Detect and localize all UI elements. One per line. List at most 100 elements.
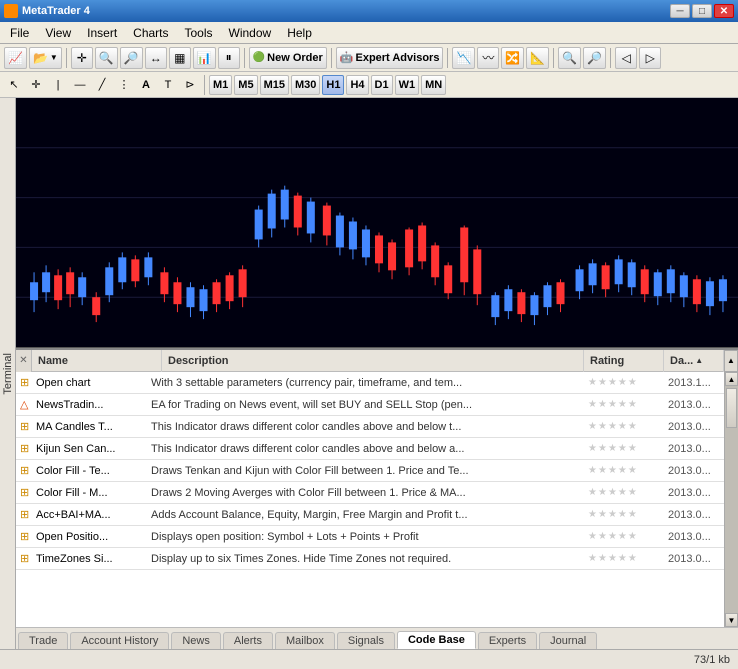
nav1-btn[interactable]: ◁ bbox=[615, 47, 637, 69]
app-icon bbox=[4, 4, 18, 18]
close-button[interactable]: ✕ bbox=[714, 4, 734, 18]
indicator2-btn[interactable]: 〰 bbox=[477, 47, 499, 69]
menu-charts[interactable]: Charts bbox=[125, 24, 176, 42]
tf-m1[interactable]: M1 bbox=[209, 75, 232, 95]
col-name: Name bbox=[32, 350, 162, 372]
row-date: 2013.0... bbox=[664, 531, 724, 543]
line-chart-btn[interactable]: 📊 bbox=[193, 47, 216, 69]
hline-tool[interactable]: — bbox=[70, 75, 90, 95]
tab-mailbox[interactable]: Mailbox bbox=[275, 632, 335, 649]
row-date: 2013.0... bbox=[664, 487, 724, 499]
scroll-up-btn[interactable]: ▲ bbox=[725, 372, 738, 386]
table-row[interactable]: ⊞ TimeZones Si... Display up to six Time… bbox=[16, 548, 724, 570]
nav2-btn[interactable]: ▷ bbox=[639, 47, 661, 69]
tab-account-history[interactable]: Account History bbox=[70, 632, 169, 649]
row-icon: ⊞ bbox=[16, 486, 32, 499]
tf-mn[interactable]: MN bbox=[421, 75, 446, 95]
minimize-button[interactable]: ─ bbox=[670, 4, 690, 18]
status-text: 73/1 kb bbox=[694, 654, 730, 666]
tab-code-base[interactable]: Code Base bbox=[397, 631, 476, 649]
content-area: Terminal bbox=[0, 98, 738, 649]
crosshair-tool[interactable]: ✛ bbox=[26, 75, 46, 95]
scroll-up[interactable]: ▲ bbox=[724, 350, 738, 372]
terminal-label: Terminal bbox=[2, 353, 14, 395]
draw-tool[interactable]: ╱ bbox=[92, 75, 112, 95]
chart-area[interactable] bbox=[16, 98, 738, 348]
tf-m30[interactable]: M30 bbox=[291, 75, 320, 95]
menu-bar: File View Insert Charts Tools Window Hel… bbox=[0, 22, 738, 44]
tab-signals[interactable]: Signals bbox=[337, 632, 395, 649]
collapse-btn[interactable]: ✕ bbox=[16, 350, 32, 372]
tf-h1[interactable]: H1 bbox=[322, 75, 344, 95]
row-desc: This Indicator draws different color can… bbox=[147, 421, 584, 433]
chart-view-btn[interactable]: ▦ bbox=[169, 47, 191, 69]
tf-h4[interactable]: H4 bbox=[346, 75, 368, 95]
tab-alerts[interactable]: Alerts bbox=[223, 632, 273, 649]
indicator1-btn[interactable]: 📉 bbox=[452, 47, 475, 69]
new-chart-btn[interactable]: 📈 bbox=[4, 47, 27, 69]
line-tool[interactable]: | bbox=[48, 75, 68, 95]
tab-experts[interactable]: Experts bbox=[478, 632, 537, 649]
table-header: ✕ Name Description Rating Da... ▲ ▲ bbox=[16, 350, 738, 372]
zoom-in-btn[interactable]: 🔍 bbox=[95, 47, 118, 69]
row-icon: ⊞ bbox=[16, 376, 32, 389]
bar-chart-btn[interactable]: ⏸ bbox=[218, 47, 240, 69]
tf-w1[interactable]: W1 bbox=[395, 75, 420, 95]
row-rating: ★★★★★ bbox=[584, 553, 664, 564]
text-tool[interactable]: A bbox=[136, 75, 156, 95]
tab-trade[interactable]: Trade bbox=[18, 632, 68, 649]
bottom-tabs: Trade Account History News Alerts Mailbo… bbox=[16, 627, 738, 649]
zoom-out2-btn[interactable]: 🔎 bbox=[583, 47, 606, 69]
menu-help[interactable]: Help bbox=[279, 24, 320, 42]
menu-window[interactable]: Window bbox=[221, 24, 280, 42]
zoom-in2-btn[interactable]: 🔍 bbox=[558, 47, 581, 69]
scroll-thumb[interactable] bbox=[726, 388, 737, 428]
row-rating: ★★★★★ bbox=[584, 531, 664, 542]
col-description: Description bbox=[162, 350, 584, 372]
table-row[interactable]: ⊞ Acc+BAI+MA... Adds Account Balance, Eq… bbox=[16, 504, 724, 526]
zoom-out-btn[interactable]: 🔎 bbox=[120, 47, 143, 69]
crosshair-btn[interactable]: ✛ bbox=[71, 47, 93, 69]
scroll-track bbox=[725, 386, 738, 613]
table-row[interactable]: ⊞ Color Fill - M... Draws 2 Moving Averg… bbox=[16, 482, 724, 504]
row-rating: ★★★★★ bbox=[584, 443, 664, 454]
table-body: ⊞ Open chart With 3 settable parameters … bbox=[16, 372, 738, 627]
expert-advisors-btn[interactable]: 🤖 Expert Advisors bbox=[336, 47, 444, 69]
tf-d1[interactable]: D1 bbox=[371, 75, 393, 95]
table-row[interactable]: ⊞ Open Positio... Displays open position… bbox=[16, 526, 724, 548]
table-row[interactable]: ⊞ Open chart With 3 settable parameters … bbox=[16, 372, 724, 394]
row-date: 2013.0... bbox=[664, 509, 724, 521]
scroll-btn[interactable]: ↔ bbox=[145, 47, 167, 69]
fib-tool[interactable]: ⋮ bbox=[114, 75, 134, 95]
tab-journal[interactable]: Journal bbox=[539, 632, 597, 649]
row-rating: ★★★★★ bbox=[584, 465, 664, 476]
maximize-button[interactable]: □ bbox=[692, 4, 712, 18]
menu-tools[interactable]: Tools bbox=[177, 24, 221, 42]
row-name: Open Positio... bbox=[32, 531, 147, 543]
indicator3-btn[interactable]: 🔀 bbox=[501, 47, 524, 69]
menu-file[interactable]: File bbox=[2, 24, 37, 42]
pointer-tool[interactable]: ↖ bbox=[4, 75, 24, 95]
arrow-tool[interactable]: ⊳ bbox=[180, 75, 200, 95]
textbox-tool[interactable]: T bbox=[158, 75, 178, 95]
table-scrollbar[interactable]: ▲ ▼ bbox=[724, 372, 738, 627]
new-order-btn[interactable]: 🟢 New Order bbox=[249, 47, 327, 69]
table-rows: ⊞ Open chart With 3 settable parameters … bbox=[16, 372, 724, 627]
row-icon: ⊞ bbox=[16, 508, 32, 521]
tf-m15[interactable]: M15 bbox=[260, 75, 289, 95]
tab-news[interactable]: News bbox=[171, 632, 221, 649]
table-row[interactable]: ⊞ MA Candles T... This Indicator draws d… bbox=[16, 416, 724, 438]
table-row[interactable]: ⊞ Color Fill - Te... Draws Tenkan and Ki… bbox=[16, 460, 724, 482]
scroll-down-btn[interactable]: ▼ bbox=[725, 613, 738, 627]
menu-view[interactable]: View bbox=[37, 24, 79, 42]
main-wrapper: File View Insert Charts Tools Window Hel… bbox=[0, 22, 738, 669]
open-btn[interactable]: 📂▼ bbox=[29, 47, 62, 69]
table-row[interactable]: ⊞ Kijun Sen Can... This Indicator draws … bbox=[16, 438, 724, 460]
tf-m5[interactable]: M5 bbox=[234, 75, 257, 95]
indicator4-btn[interactable]: 📐 bbox=[526, 47, 549, 69]
candlestick-chart bbox=[16, 98, 738, 347]
table-panel: ✕ Name Description Rating Da... ▲ ▲ bbox=[16, 348, 738, 649]
table-row[interactable]: △ NewsTradin... EA for Trading on News e… bbox=[16, 394, 724, 416]
menu-insert[interactable]: Insert bbox=[79, 24, 125, 42]
row-desc: This Indicator draws different color can… bbox=[147, 443, 584, 455]
